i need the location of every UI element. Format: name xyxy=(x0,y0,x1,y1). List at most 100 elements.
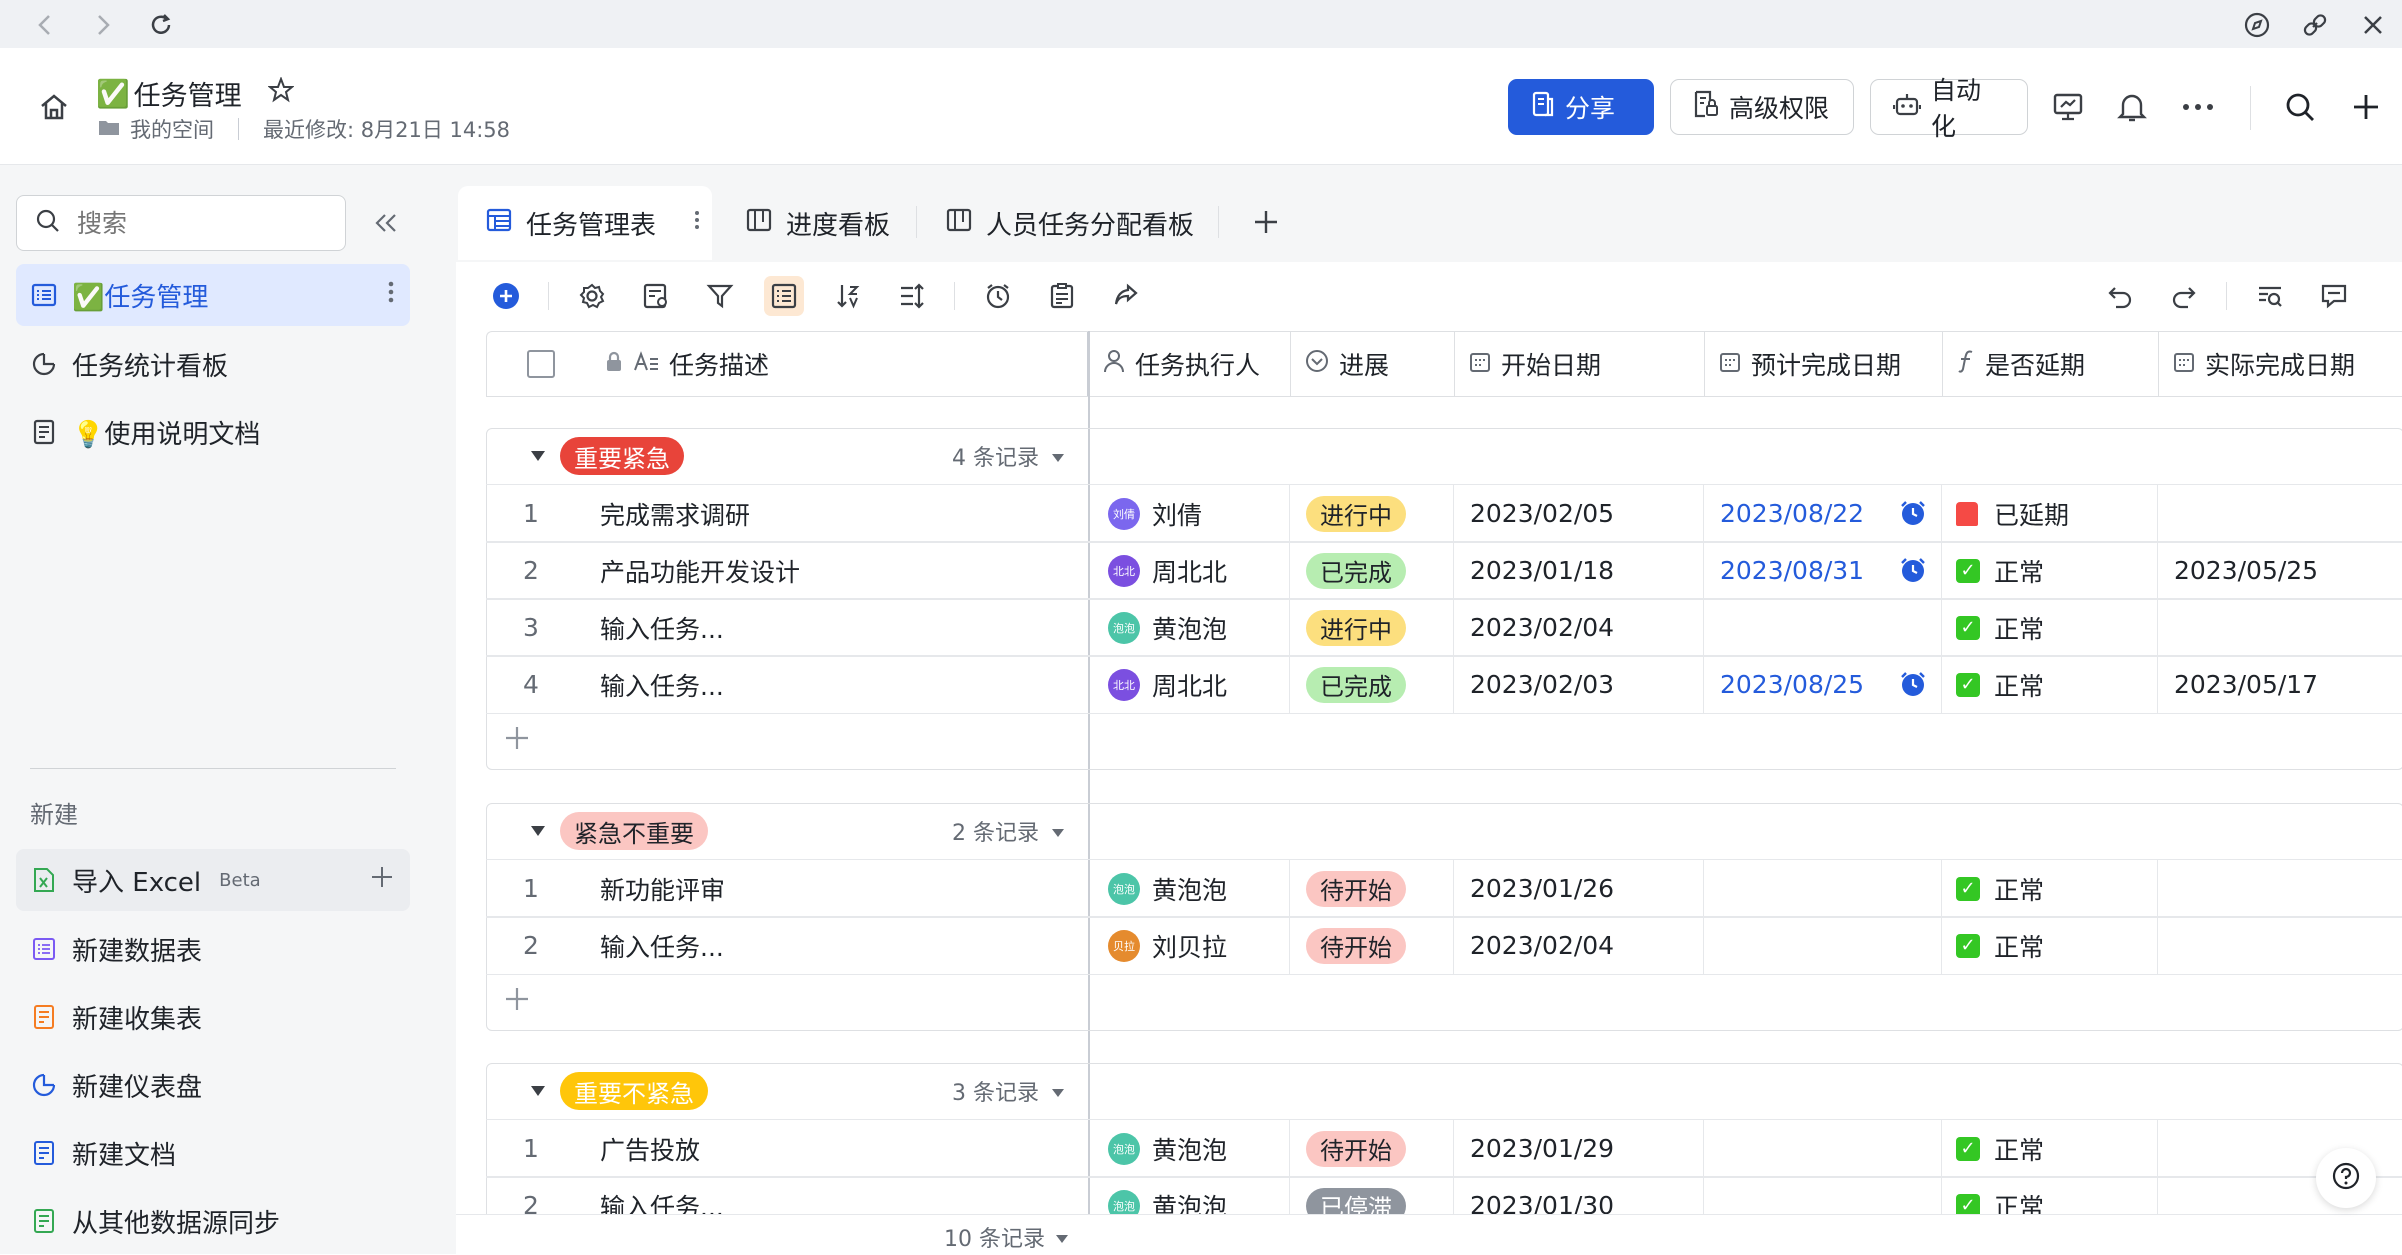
tab-assignment-board[interactable]: 人员任务分配看板 xyxy=(946,186,1194,260)
select-all-checkbox[interactable] xyxy=(527,350,555,378)
delayed-cell[interactable]: ✓ 正常 xyxy=(1942,656,2158,713)
col-header-start-date[interactable]: 开始日期 xyxy=(1455,332,1705,396)
start-date-cell[interactable]: 2023/02/05 xyxy=(1454,485,1704,542)
delayed-cell[interactable]: ✓ 正常 xyxy=(1942,860,2158,917)
alarm-icon[interactable] xyxy=(1899,556,1927,590)
comment-icon[interactable] xyxy=(2314,276,2354,316)
new-doc-item[interactable]: 新建文档 xyxy=(16,1122,410,1184)
more-icon[interactable] xyxy=(2174,83,2222,131)
filter-icon[interactable] xyxy=(700,276,740,316)
col-header-progress[interactable]: 进展 xyxy=(1291,332,1455,396)
collapse-caret-icon[interactable] xyxy=(530,822,546,841)
sync-source-item[interactable]: 从其他数据源同步 xyxy=(16,1190,410,1252)
due-date-cell[interactable]: 2023/08/25 xyxy=(1704,656,1942,713)
due-date-cell[interactable]: 2023/08/31 xyxy=(1704,542,1942,599)
automation-button[interactable]: 自动化 xyxy=(1870,76,2028,141)
delayed-cell[interactable]: ✓ 正常 xyxy=(1942,599,2158,656)
progress-cell[interactable]: 进行中 xyxy=(1290,599,1454,656)
undo-icon[interactable] xyxy=(2100,276,2140,316)
add-row-button[interactable] xyxy=(486,973,2402,1029)
task-description-cell[interactable]: 新功能评审 xyxy=(576,860,1088,917)
collapse-caret-icon[interactable] xyxy=(530,1082,546,1101)
sort-icon[interactable] xyxy=(828,276,868,316)
due-date-cell[interactable] xyxy=(1704,1120,1942,1177)
reminder-icon[interactable] xyxy=(978,276,1018,316)
collapse-sidebar-icon[interactable] xyxy=(368,205,404,241)
group-header[interactable]: 重要不紧急 3 条记录 xyxy=(486,1063,1088,1119)
back-icon[interactable] xyxy=(28,8,62,42)
new-datatable-item[interactable]: 新建数据表 xyxy=(16,918,410,980)
add-icon[interactable] xyxy=(370,865,394,896)
actual-date-cell[interactable] xyxy=(2158,860,2402,917)
task-description-cell[interactable]: 输入任务... xyxy=(576,917,1088,974)
settings-icon[interactable] xyxy=(572,276,612,316)
field-config-icon[interactable] xyxy=(636,276,676,316)
task-description-cell[interactable]: 输入任务... xyxy=(576,599,1088,656)
delayed-cell[interactable]: 已延期 xyxy=(1942,485,2158,542)
start-date-cell[interactable]: 2023/01/18 xyxy=(1454,542,1704,599)
table-row[interactable]: 2 输入任务... 贝拉 刘贝拉 待开始 2023/02/04 ✓ 正常 xyxy=(486,916,2402,975)
sidebar-item-usage-doc[interactable]: 💡使用说明文档 xyxy=(16,401,410,463)
assignee-cell[interactable]: 贝拉 刘贝拉 xyxy=(1088,917,1290,974)
due-date-cell[interactable]: 2023/08/22 xyxy=(1704,485,1942,542)
sidebar-item-statistics-board[interactable]: 任务统计看板 xyxy=(16,333,410,395)
col-header-assignee[interactable]: 任务执行人 xyxy=(1089,332,1291,396)
assignee-cell[interactable]: 北北 周北北 xyxy=(1088,656,1290,713)
close-icon[interactable] xyxy=(2356,8,2390,42)
plus-icon[interactable] xyxy=(2342,83,2390,131)
star-icon[interactable] xyxy=(266,76,295,110)
forward-icon[interactable] xyxy=(86,8,120,42)
tab-progress-board[interactable]: 进度看板 xyxy=(746,186,890,260)
reload-icon[interactable] xyxy=(144,8,178,42)
progress-cell[interactable]: 待开始 xyxy=(1290,1120,1454,1177)
search-icon[interactable] xyxy=(2276,83,2324,131)
task-description-cell[interactable]: 完成需求调研 xyxy=(576,485,1088,542)
task-description-cell[interactable]: 输入任务... xyxy=(576,656,1088,713)
start-date-cell[interactable]: 2023/02/03 xyxy=(1454,656,1704,713)
sidebar-search[interactable] xyxy=(16,195,346,251)
col-header-due-date[interactable]: 预计完成日期 xyxy=(1705,332,1943,396)
progress-cell[interactable]: 已完成 xyxy=(1290,542,1454,599)
group-header[interactable]: 重要紧急 4 条记录 xyxy=(486,428,1088,484)
redo-icon[interactable] xyxy=(2164,276,2204,316)
add-record-icon[interactable] xyxy=(486,276,526,316)
actual-date-cell[interactable]: 2023/05/17 xyxy=(2158,656,2402,713)
help-button[interactable] xyxy=(2316,1148,2376,1208)
progress-cell[interactable]: 待开始 xyxy=(1290,860,1454,917)
table-row[interactable]: 4 输入任务... 北北 周北北 已完成 2023/02/03 2023/08/25 ✓ 正常 2… xyxy=(486,655,2402,714)
progress-cell[interactable]: 已完成 xyxy=(1290,656,1454,713)
assignee-cell[interactable]: 刘倩 刘倩 xyxy=(1088,485,1290,542)
alarm-icon[interactable] xyxy=(1899,670,1927,704)
space-label[interactable]: 我的空间 xyxy=(130,114,214,144)
link-icon[interactable] xyxy=(2298,8,2332,42)
advanced-permissions-button[interactable]: 高级权限 xyxy=(1670,79,1854,135)
group-count[interactable]: 4 条记录 xyxy=(952,440,1065,472)
assignee-cell[interactable]: 北北 周北北 xyxy=(1088,542,1290,599)
start-date-cell[interactable]: 2023/01/29 xyxy=(1454,1120,1704,1177)
due-date-cell[interactable] xyxy=(1704,860,1942,917)
find-icon[interactable] xyxy=(2250,276,2290,316)
col-header-delayed[interactable]: 是否延期 xyxy=(1943,332,2159,396)
progress-cell[interactable]: 进行中 xyxy=(1290,485,1454,542)
group-count[interactable]: 2 条记录 xyxy=(952,815,1065,847)
actual-date-cell[interactable] xyxy=(2158,599,2402,656)
delayed-cell[interactable]: ✓ 正常 xyxy=(1942,917,2158,974)
table-row[interactable]: 1 完成需求调研 刘倩 刘倩 进行中 2023/02/05 2023/08/22 已延期 xyxy=(486,484,2402,543)
group-header[interactable]: 紧急不重要 2 条记录 xyxy=(486,803,1088,859)
new-form-item[interactable]: 新建收集表 xyxy=(16,986,410,1048)
sidebar-item-task-management[interactable]: ✅任务管理 xyxy=(16,264,410,326)
tab-task-table[interactable]: 任务管理表 xyxy=(458,186,712,260)
form-view-icon[interactable] xyxy=(1042,276,1082,316)
actual-date-cell[interactable] xyxy=(2158,917,2402,974)
assignee-cell[interactable]: 泡泡 黄泡泡 xyxy=(1088,860,1290,917)
present-icon[interactable] xyxy=(2044,83,2092,131)
table-row[interactable]: 2 产品功能开发设计 北北 周北北 已完成 2023/01/18 2023/08/31 ✓ 正常… xyxy=(486,541,2402,600)
sidebar-search-input[interactable] xyxy=(75,207,299,239)
actual-date-cell[interactable]: 2023/05/25 xyxy=(2158,542,2402,599)
collapse-caret-icon[interactable] xyxy=(530,447,546,466)
col-header-task[interactable]: 任务描述 xyxy=(487,332,1089,396)
due-date-cell[interactable] xyxy=(1704,599,1942,656)
total-records[interactable]: 10 条记录 xyxy=(944,1221,1069,1253)
assignee-cell[interactable]: 泡泡 黄泡泡 xyxy=(1088,599,1290,656)
progress-cell[interactable]: 待开始 xyxy=(1290,917,1454,974)
